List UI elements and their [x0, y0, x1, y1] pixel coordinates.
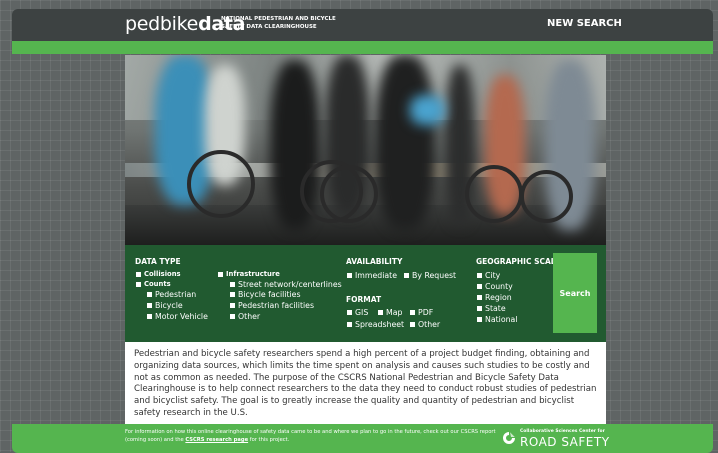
new-search-link[interactable]: NEW SEARCH [547, 18, 622, 29]
checkbox-counts-bicycle[interactable]: Bicycle [147, 301, 183, 310]
checkbox-box[interactable] [136, 281, 141, 287]
checkbox-box[interactable] [477, 295, 482, 300]
checkbox-box[interactable] [230, 292, 235, 297]
checkbox-box[interactable] [230, 314, 235, 319]
checkbox-box[interactable] [147, 303, 152, 308]
hero-image-pedestrians-bicycles [125, 55, 606, 245]
data-type-heading: DATA TYPE [135, 257, 181, 266]
checkbox-counts-pedestrian[interactable]: Pedestrian [147, 290, 196, 299]
geographic-scale-heading: GEOGRAPHIC SCALE [476, 257, 561, 266]
checkbox-street-network[interactable]: Street network/centerlines [230, 280, 342, 289]
checkbox-state[interactable]: State [477, 304, 506, 313]
app-window: pedbikedata NATIONAL PEDESTRIAN AND BICY… [12, 9, 713, 453]
checkbox-infrastructure[interactable]: Infrastructure [218, 270, 280, 278]
checkbox-box[interactable] [347, 310, 352, 315]
checkbox-box[interactable] [477, 306, 482, 311]
checkbox-immediate[interactable]: Immediate [347, 271, 397, 280]
checkbox-box[interactable] [230, 282, 235, 287]
header-accent-bar [12, 41, 713, 54]
footer-note: For information on how this online clear… [125, 429, 496, 443]
site-tagline: NATIONAL PEDESTRIAN AND BICYCLE SAFETY D… [221, 16, 336, 30]
search-button[interactable]: Search [553, 253, 597, 333]
checkbox-box[interactable] [378, 310, 383, 315]
availability-heading: AVAILABILITY [346, 257, 403, 266]
checkbox-box[interactable] [347, 322, 352, 327]
checkbox-gis[interactable]: GIS [347, 308, 368, 317]
checkbox-box[interactable] [147, 314, 152, 319]
checkbox-map[interactable]: Map [378, 308, 402, 317]
checkbox-box[interactable] [477, 284, 482, 289]
checkbox-counts-motor-vehicle[interactable]: Motor Vehicle [147, 312, 208, 321]
checkbox-by-request[interactable]: By Request [404, 271, 456, 280]
description-panel: Pedestrian and bicycle safety researcher… [125, 342, 606, 424]
checkbox-box[interactable] [230, 303, 235, 308]
checkbox-county[interactable]: County [477, 282, 513, 291]
checkbox-box[interactable] [410, 310, 415, 315]
checkbox-format-other[interactable]: Other [410, 320, 440, 329]
checkbox-box[interactable] [218, 271, 223, 277]
cscrs-research-page-link[interactable]: CSCRS research page [185, 437, 248, 443]
footer: For information on how this online clear… [12, 424, 713, 453]
checkbox-city[interactable]: City [477, 271, 500, 280]
checkbox-box[interactable] [147, 292, 152, 297]
cscrs-logo[interactable]: Collaborative Sciences Center for ROAD S… [502, 428, 612, 450]
road-safety-logo-icon [503, 432, 515, 444]
checkbox-box[interactable] [347, 273, 352, 278]
checkbox-pedestrian-facilities[interactable]: Pedestrian facilities [230, 301, 314, 310]
checkbox-infrastructure-other[interactable]: Other [230, 312, 260, 321]
checkbox-national[interactable]: National [477, 315, 518, 324]
checkbox-region[interactable]: Region [477, 293, 512, 302]
description-text: Pedestrian and bicycle safety researcher… [134, 349, 597, 418]
checkbox-box[interactable] [404, 273, 409, 278]
search-filters-panel: DATA TYPE Collisions Counts Pedestrian B… [125, 245, 606, 342]
checkbox-pdf[interactable]: PDF [410, 308, 433, 317]
checkbox-collisions[interactable]: Collisions [136, 270, 181, 278]
checkbox-counts[interactable]: Counts [136, 280, 171, 288]
checkbox-spreadsheet[interactable]: Spreadsheet [347, 320, 404, 329]
format-heading: FORMAT [346, 295, 382, 304]
checkbox-box[interactable] [477, 317, 482, 322]
checkbox-box[interactable] [410, 322, 415, 327]
checkbox-bicycle-facilities[interactable]: Bicycle facilities [230, 290, 301, 299]
checkbox-box[interactable] [477, 273, 482, 278]
checkbox-box[interactable] [136, 271, 141, 277]
header-bar: pedbikedata NATIONAL PEDESTRIAN AND BICY… [12, 9, 713, 41]
